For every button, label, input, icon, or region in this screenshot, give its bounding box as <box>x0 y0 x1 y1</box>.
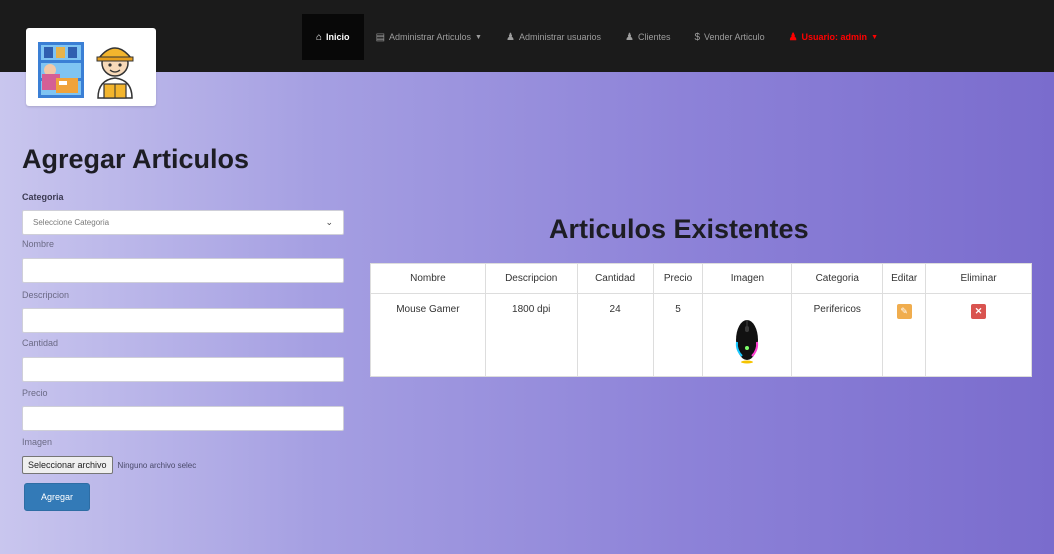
nav-label: Inicio <box>326 32 350 42</box>
nav-item-vender-articulo[interactable]: $ Vender Articulo <box>682 14 776 60</box>
edit-button[interactable]: ✎ <box>896 304 912 319</box>
cantidad-label: Cantidad <box>22 338 59 348</box>
agregar-button[interactable]: Agregar <box>24 483 90 511</box>
cantidad-input[interactable] <box>22 357 344 382</box>
nav-item-administrar-usuarios[interactable]: ♟ Administrar usuarios <box>494 14 613 60</box>
imagen-file-input: Seleccionar archivo Ninguno archivo sele… <box>22 456 196 474</box>
chevron-down-icon: ▼ <box>871 33 878 41</box>
site-logo[interactable] <box>26 28 156 106</box>
column-header: Precio <box>652 263 704 294</box>
cell-cantidad: 24 <box>576 293 654 377</box>
close-icon: ✕ <box>974 306 983 316</box>
cell-eliminar: ✕ <box>925 293 1032 377</box>
precio-input[interactable] <box>22 406 344 431</box>
nombre-input[interactable] <box>22 258 344 283</box>
nav-item-clientes[interactable]: ♟ Clientes <box>613 14 682 60</box>
categoria-selected-value: Seleccione Categoria <box>33 218 110 227</box>
user-icon: ♟ <box>788 31 798 43</box>
descripcion-input[interactable] <box>22 308 344 333</box>
pencil-icon: ✎ <box>900 306 908 316</box>
descripcion-label: Descripcion <box>22 290 70 300</box>
cell-nombre: Mouse Gamer <box>370 293 486 377</box>
imagen-label: Imagen <box>22 437 53 447</box>
user-icon: ♟ <box>505 31 515 43</box>
cell-descripcion: 1800 dpi <box>484 293 578 377</box>
mouse-image <box>736 320 759 364</box>
articles-table: Nombre Descripcion Cantidad Precio Image… <box>370 263 1032 377</box>
precio-label: Precio <box>22 388 48 398</box>
articles-title: Articulos Existentes <box>549 214 809 244</box>
nav-item-usuario[interactable]: ♟ Usuario: admin ▼ <box>777 14 890 60</box>
cell-precio: 5 <box>652 293 704 377</box>
nombre-label: Nombre <box>22 239 55 249</box>
nav-label: Vender Articulo <box>704 32 765 42</box>
delete-button[interactable]: ✕ <box>971 304 987 319</box>
file-select-button[interactable]: Seleccionar archivo <box>22 456 113 474</box>
nav-links: ⌂ Inicio ▤ Administrar Articulos ▼ ♟ Adm… <box>302 14 890 60</box>
nav-label: Administrar Articulos <box>389 32 472 42</box>
user-icon: ♟ <box>624 31 634 43</box>
column-header: Imagen <box>702 263 793 294</box>
column-header: Nombre <box>370 263 486 294</box>
categoria-select[interactable]: Seleccione Categoria ⌄ <box>22 210 344 235</box>
nav-label: Usuario: admin <box>801 32 868 42</box>
file-status: Ninguno archivo selec <box>117 460 197 470</box>
table-header-row: Nombre Descripcion Cantidad Precio Image… <box>370 263 1032 294</box>
column-header: Categoria <box>791 263 884 294</box>
nav-item-administrar-articulos[interactable]: ▤ Administrar Articulos ▼ <box>364 14 494 60</box>
cell-editar: ✎ <box>882 293 927 377</box>
cell-imagen <box>702 293 793 377</box>
chevron-down-icon: ⌄ <box>325 217 333 227</box>
nav-label: Clientes <box>637 32 671 42</box>
top-navbar: ⌂ Inicio ▤ Administrar Articulos ▼ ♟ Adm… <box>0 0 1054 72</box>
home-icon: ⌂ <box>316 31 323 43</box>
list-icon: ▤ <box>375 31 386 43</box>
table-row: Mouse Gamer 1800 dpi 24 5 Perifericos ✎ … <box>370 293 1032 377</box>
cell-categoria: Perifericos <box>791 293 884 377</box>
column-header: Eliminar <box>925 263 1032 294</box>
form-title: Agregar Articulos <box>22 144 250 174</box>
logo-illustration <box>38 42 134 99</box>
nav-label: Administrar usuarios <box>518 32 601 42</box>
column-header: Descripcion <box>484 263 578 294</box>
categoria-label: Categoria <box>22 192 64 202</box>
dollar-icon: $ <box>694 31 701 43</box>
column-header: Editar <box>882 263 927 294</box>
articles-table-container: Nombre Descripcion Cantidad Precio Image… <box>370 263 1032 377</box>
chevron-down-icon: ▼ <box>475 33 482 41</box>
nav-item-inicio[interactable]: ⌂ Inicio <box>302 14 364 60</box>
column-header: Cantidad <box>576 263 654 294</box>
